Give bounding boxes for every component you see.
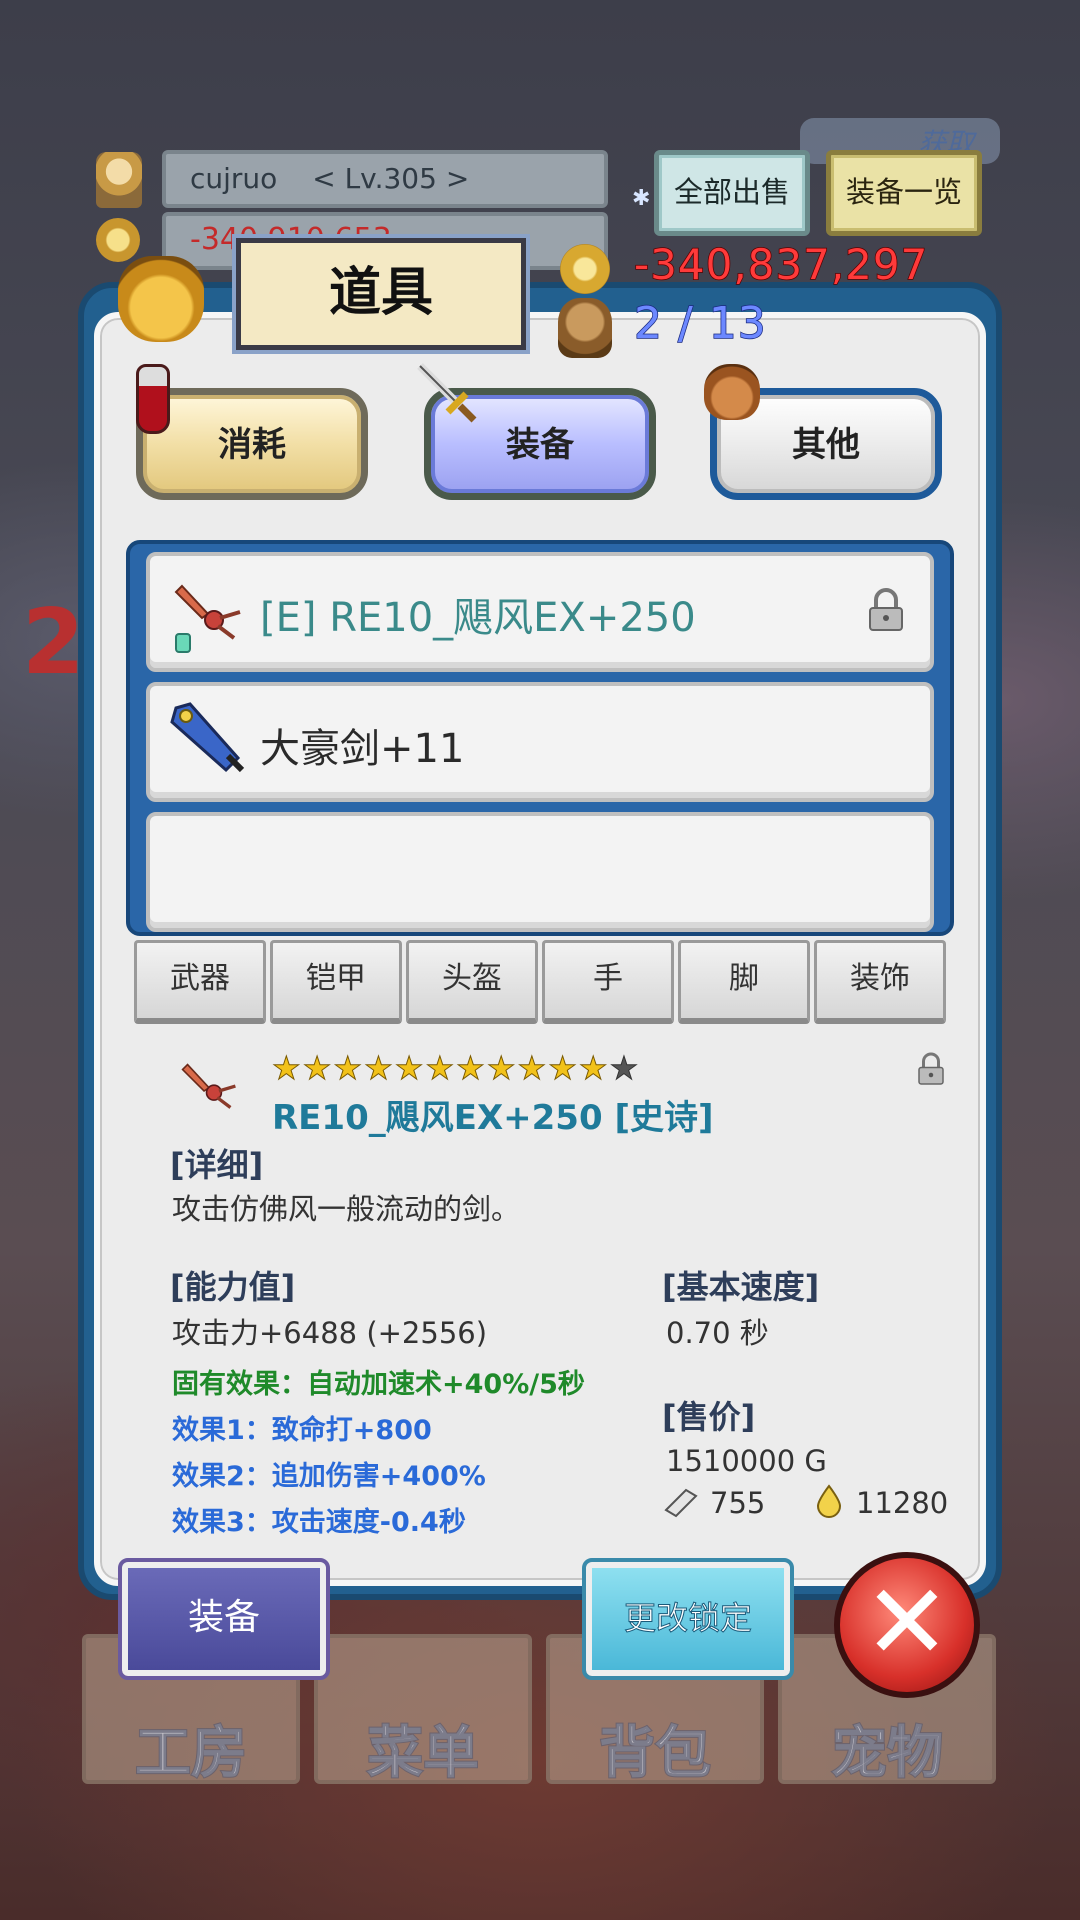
- inventory-capacity: 2 / 13: [633, 297, 767, 350]
- base-speed: 0.70 秒: [666, 1316, 769, 1350]
- close-icon: ✕: [863, 1561, 951, 1683]
- player-avatar: [96, 152, 142, 208]
- speed-section-title: [基本速度]: [662, 1268, 820, 1306]
- detail-lock-icon: [918, 1052, 944, 1085]
- detail-item-name: RE10_飓风EX+250 [史诗]: [272, 1098, 714, 1138]
- coin-icon: [96, 218, 140, 262]
- sell-all-button[interactable]: 全部出售: [654, 150, 810, 236]
- bag-icon: [118, 256, 204, 342]
- star-filled-icon: ★: [272, 1049, 302, 1087]
- item-detail-icon: [181, 1063, 236, 1109]
- equip-button[interactable]: 装备: [118, 1558, 330, 1680]
- great-sword-icon: [170, 702, 245, 773]
- stats-section-title: [能力值]: [170, 1268, 296, 1306]
- star-filled-icon: ★: [456, 1049, 486, 1087]
- gold-amount: -340,837,297: [633, 239, 929, 290]
- close-button[interactable]: ✕: [834, 1552, 980, 1698]
- effect-1: 效果1：致命打+800: [172, 1415, 432, 1446]
- price-section-title: [售价]: [662, 1398, 756, 1436]
- hurricane-sword-icon: [174, 584, 241, 653]
- star-filled-icon: ★: [302, 1049, 332, 1087]
- filter-helmet[interactable]: 头盔: [406, 940, 538, 1024]
- drop-icon: [816, 1484, 842, 1518]
- ingot-icon: [664, 1488, 698, 1518]
- star-filled-icon: ★: [486, 1049, 516, 1087]
- change-lock-button[interactable]: 更改锁定: [582, 1558, 794, 1680]
- equipment-list-button[interactable]: 装备一览: [826, 150, 982, 236]
- panel-title: 道具: [236, 238, 526, 350]
- star-filled-icon: ★: [578, 1049, 608, 1087]
- star-filled-icon: ★: [425, 1049, 455, 1087]
- sword-icon: [417, 363, 477, 423]
- lock-icon: [869, 588, 903, 631]
- player-level: < Lv.305 >: [312, 162, 470, 195]
- material-ingot-count: 755: [710, 1486, 766, 1520]
- background-damage-number: 2: [22, 590, 85, 695]
- star-filled-icon: ★: [364, 1049, 394, 1087]
- tab-consumables[interactable]: 消耗: [136, 388, 368, 500]
- filter-armor[interactable]: 铠甲: [270, 940, 402, 1024]
- sack-icon: [704, 364, 760, 420]
- star-filled-icon: ★: [548, 1049, 578, 1087]
- sell-price: 1510000 G: [666, 1444, 827, 1478]
- list-item-label: [E] RE10_飓风EX+250: [260, 595, 696, 641]
- attack-stat: 攻击力+6488 (+2556): [172, 1316, 488, 1350]
- star-empty-icon: ★: [609, 1049, 639, 1087]
- rarity-stars: ★ ★ ★ ★ ★ ★ ★ ★ ★ ★ ★ ★: [272, 1049, 639, 1087]
- intrinsic-effect: 固有效果：自动加速术+40%/5秒: [172, 1369, 585, 1400]
- nav-menu: 菜单: [314, 1634, 532, 1787]
- star-filled-icon: ★: [333, 1049, 363, 1087]
- filter-accessory[interactable]: 装饰: [814, 940, 946, 1024]
- filter-weapon[interactable]: 武器: [134, 940, 266, 1024]
- list-item-label: 大豪剑+11: [260, 726, 465, 772]
- material-drop-count: 11280: [856, 1486, 949, 1520]
- list-item-empty[interactable]: [146, 812, 934, 932]
- backpack-icon: [558, 298, 612, 358]
- detail-description: 攻击仿佛风一般流动的剑。: [172, 1192, 521, 1226]
- player-name: cujruo: [190, 162, 278, 195]
- detail-section-title: [详细]: [170, 1146, 264, 1184]
- effect-3: 效果3：攻击速度-0.4秒: [172, 1507, 466, 1538]
- player-name-bar: cujruo < Lv.305 >: [162, 150, 608, 208]
- potion-icon: [136, 364, 170, 434]
- effect-2: 效果2：追加伤害+400%: [172, 1461, 486, 1492]
- equipment-filter-bar: 武器 铠甲 头盔 手 脚 装饰: [134, 940, 946, 1024]
- star-filled-icon: ★: [394, 1049, 424, 1087]
- filter-hand[interactable]: 手: [542, 940, 674, 1024]
- filter-foot[interactable]: 脚: [678, 940, 810, 1024]
- sparkle-icon: ✱: [632, 186, 651, 211]
- star-filled-icon: ★: [517, 1049, 547, 1087]
- gold-coin-icon: [560, 244, 610, 294]
